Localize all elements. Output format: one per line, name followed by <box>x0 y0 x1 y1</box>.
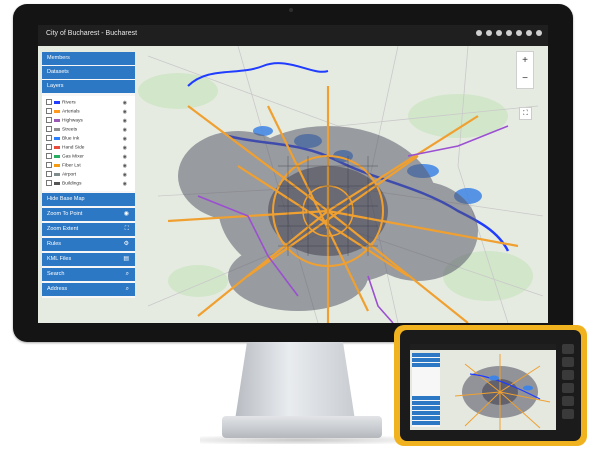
app-titlebar: City of Bucharest - Bucharest <box>38 25 548 46</box>
eye-icon[interactable]: ◉ <box>123 99 127 107</box>
layer-swatch <box>54 181 60 185</box>
app-title: City of Bucharest - Bucharest <box>46 30 138 37</box>
tablet-button[interactable] <box>562 396 574 406</box>
eye-icon[interactable]: ◉ <box>123 171 127 179</box>
rules-button[interactable]: Rules ⚙ <box>42 238 135 251</box>
fullscreen-button[interactable]: ⛶ <box>519 107 532 120</box>
eye-icon[interactable]: ◉ <box>123 108 127 116</box>
eye-icon[interactable]: ◉ <box>123 153 127 161</box>
target-icon: ◉ <box>123 211 129 217</box>
search-button[interactable]: Search ⌕ <box>42 268 135 281</box>
layer-item-buildings[interactable]: Buildings ◉ <box>46 180 131 188</box>
monitor-screen: City of Bucharest - Bucharest Members Da… <box>38 25 548 323</box>
tablet-button[interactable] <box>562 357 574 367</box>
layer-checkbox[interactable] <box>46 144 52 150</box>
monitor-stand-base <box>222 416 382 438</box>
layer-item-blue-ink[interactable]: Blue Ink ◉ <box>46 135 131 143</box>
print-icon[interactable] <box>486 30 492 36</box>
eye-icon[interactable]: ◉ <box>123 144 127 152</box>
refresh-icon[interactable] <box>536 30 542 36</box>
address-button[interactable]: Address ⌕ <box>42 283 135 296</box>
sidebar-panel: Members Datasets Layers Rivers ◉ Arterial… <box>42 52 135 298</box>
zoom-control: + − <box>516 51 534 89</box>
tablet-bezel <box>400 330 581 441</box>
layer-swatch <box>54 163 60 167</box>
layer-item-airport[interactable]: Airport ◉ <box>46 171 131 179</box>
zoom-to-point-button[interactable]: Zoom To Point ◉ <box>42 208 135 221</box>
eye-icon[interactable]: ◉ <box>123 117 127 125</box>
share-icon[interactable] <box>476 30 482 36</box>
layer-item-highways[interactable]: Highways ◉ <box>46 117 131 125</box>
location-icon[interactable] <box>496 30 502 36</box>
layer-swatch <box>54 145 60 149</box>
search-icon: ⌕ <box>125 286 129 292</box>
layer-checkbox[interactable] <box>46 153 52 159</box>
layer-checkbox[interactable] <box>46 171 52 177</box>
members-button[interactable]: Members <box>42 52 135 65</box>
layer-checkbox[interactable] <box>46 108 52 114</box>
layer-swatch <box>54 136 60 140</box>
eye-icon[interactable]: ◉ <box>123 180 127 188</box>
webcam <box>289 8 293 12</box>
layer-checkbox[interactable] <box>46 162 52 168</box>
hide-base-map-button[interactable]: Hide Base Map <box>42 193 135 206</box>
toolbar-icons <box>476 30 542 36</box>
layer-swatch <box>54 172 60 176</box>
layer-item-rivers[interactable]: Rivers ◉ <box>46 99 131 107</box>
tablet-hardware-buttons <box>562 344 576 422</box>
layer-item-fiber[interactable]: Fiber Lst ◉ <box>46 162 131 170</box>
expand-icon: ⛶ <box>124 226 129 232</box>
layer-swatch <box>54 154 60 158</box>
eye-icon[interactable]: ◉ <box>123 135 127 143</box>
tablet-map[interactable] <box>410 344 556 430</box>
datasets-button[interactable]: Datasets <box>42 66 135 79</box>
layer-swatch <box>54 109 60 113</box>
desktop-monitor: City of Bucharest - Bucharest Members Da… <box>13 4 573 342</box>
layer-checkbox[interactable] <box>46 180 52 186</box>
tablet-button[interactable] <box>562 344 574 354</box>
layer-item-gas-mixer[interactable]: Gas Mixer ◉ <box>46 153 131 161</box>
layers-list: Rivers ◉ Arterials ◉ Highways ◉ Streets ◉ Bl… <box>42 96 135 191</box>
layer-swatch <box>54 100 60 104</box>
download-icon[interactable] <box>516 30 522 36</box>
tablet-button[interactable] <box>562 383 574 393</box>
eye-icon[interactable]: ◉ <box>123 126 127 134</box>
zoom-extent-button[interactable]: Zoom Extent ⛶ <box>42 223 135 236</box>
tablet-button[interactable] <box>562 409 574 419</box>
kml-files-button[interactable]: KML Files ▤ <box>42 253 135 266</box>
layer-item-hand-side[interactable]: Hand Side ◉ <box>46 144 131 152</box>
zoom-in-button[interactable]: + <box>517 52 533 70</box>
tablet-button[interactable] <box>562 370 574 380</box>
layer-item-streets[interactable]: Streets ◉ <box>46 126 131 134</box>
layer-checkbox[interactable] <box>46 99 52 105</box>
layer-checkbox[interactable] <box>46 126 52 132</box>
layer-checkbox[interactable] <box>46 135 52 141</box>
file-icon: ▤ <box>123 256 129 262</box>
layer-swatch <box>54 118 60 122</box>
monitor-stand-neck <box>235 342 355 420</box>
gear-icon: ⚙ <box>123 241 129 247</box>
layer-checkbox[interactable] <box>46 117 52 123</box>
search-icon: ⌕ <box>125 271 129 277</box>
rugged-tablet <box>394 325 587 446</box>
layer-swatch <box>54 127 60 131</box>
layers-icon[interactable] <box>506 30 512 36</box>
zoom-out-button[interactable]: − <box>517 70 533 88</box>
eye-icon[interactable]: ◉ <box>123 162 127 170</box>
layer-item-arterials[interactable]: Arterials ◉ <box>46 108 131 116</box>
tablet-screen <box>410 344 556 430</box>
layers-button[interactable]: Layers <box>42 80 135 93</box>
settings-icon[interactable] <box>526 30 532 36</box>
